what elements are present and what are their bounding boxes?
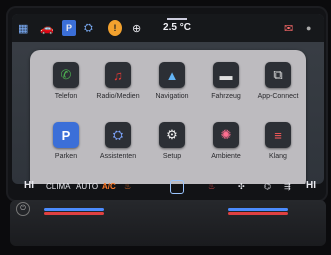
- app-tile-parken[interactable]: P Parken: [36, 122, 96, 160]
- app-connect-icon: ⧉: [265, 62, 291, 88]
- ambient-icon: ✺: [213, 122, 239, 148]
- app-label: App-Connect: [257, 93, 299, 100]
- temperature-readout: 2.5 °C: [162, 18, 192, 36]
- auto-button[interactable]: AUTO: [76, 182, 98, 191]
- app-tile-app-connect[interactable]: ⧉ App-Connect: [248, 62, 308, 100]
- seat-heat-right-icon[interactable]: ♨: [208, 182, 215, 191]
- app-tile-navigation[interactable]: ▲ Navigation: [142, 62, 202, 100]
- warning-icon[interactable]: !: [108, 20, 122, 36]
- temperature-bar: [167, 18, 187, 20]
- power-button[interactable]: ⏻: [16, 202, 30, 216]
- app-tile-ambiente[interactable]: ✺ Ambiente: [196, 122, 256, 160]
- status-bar: ▦ 🚗 P ⛭ ! ⊕ 2.5 °C ✉ ●: [12, 14, 324, 42]
- temperature-value: 2.5 °C: [163, 22, 191, 33]
- plus-circle-icon[interactable]: ⊕: [132, 20, 141, 36]
- menu-grid-icon[interactable]: ▦: [18, 20, 28, 36]
- app-label: Radio/Medien: [96, 93, 140, 100]
- infotainment-screen: ▦ 🚗 P ⛭ ! ⊕ 2.5 °C ✉ ● ✆ Telefon ♫ Radio…: [12, 14, 324, 184]
- clima-button[interactable]: CLIMA: [46, 182, 70, 191]
- parking-icon[interactable]: P: [62, 20, 76, 36]
- hi-right-button[interactable]: HI: [306, 180, 316, 191]
- car-icon: ▬: [213, 62, 239, 88]
- parking-icon: P: [53, 122, 79, 148]
- phone-icon: ✆: [53, 62, 79, 88]
- home-button[interactable]: [170, 180, 184, 194]
- app-tile-setup[interactable]: ⚙ Setup: [142, 122, 202, 160]
- app-label: Navigation: [155, 93, 189, 100]
- app-label: Parken: [54, 153, 78, 160]
- temp-slider-right-cold[interactable]: [228, 208, 288, 211]
- app-launcher-panel: ✆ Telefon ♫ Radio/Medien ▲ Navigation ▬ …: [30, 50, 306, 184]
- climate-bar: HI CLIMA AUTO A/C ♨ ♨ ✣ ⌬ ⇶ HI: [20, 178, 320, 198]
- app-label: Setup: [162, 153, 182, 160]
- temp-slider-right-warm[interactable]: [228, 212, 288, 215]
- car-icon[interactable]: 🚗: [40, 20, 54, 36]
- lower-console: [10, 200, 326, 246]
- app-label: Assistenten: [99, 153, 137, 160]
- music-icon: ♫: [105, 62, 131, 88]
- app-label: Klang: [269, 153, 287, 160]
- defrost-front-icon[interactable]: ⌬: [264, 182, 271, 191]
- navigation-arrow-icon: ▲: [159, 62, 185, 88]
- app-tile-radio-medien[interactable]: ♫ Radio/Medien: [88, 62, 148, 100]
- app-label: Telefon: [54, 93, 78, 100]
- gear-icon: ⚙: [159, 122, 185, 148]
- temp-slider-left-cold[interactable]: [44, 208, 104, 211]
- app-label: Ambiente: [211, 153, 241, 160]
- fan-icon[interactable]: ✣: [238, 182, 245, 191]
- settings-dot-icon[interactable]: ●: [306, 20, 311, 36]
- ac-button[interactable]: A/C: [102, 182, 116, 191]
- app-tile-assistenten[interactable]: ⛭ Assistenten: [88, 122, 148, 160]
- app-label: Fahrzeug: [211, 93, 241, 100]
- assistant-icon[interactable]: ⛭: [84, 20, 93, 36]
- assistant-icon: ⛭: [105, 122, 131, 148]
- app-tile-klang[interactable]: ≡ Klang: [248, 122, 308, 160]
- app-tile-telefon[interactable]: ✆ Telefon: [36, 62, 96, 100]
- seat-heat-left-icon[interactable]: ♨: [124, 182, 131, 191]
- defrost-rear-icon[interactable]: ⇶: [284, 182, 291, 191]
- equalizer-icon: ≡: [265, 122, 291, 148]
- temp-slider-left-warm[interactable]: [44, 212, 104, 215]
- app-tile-fahrzeug[interactable]: ▬ Fahrzeug: [196, 62, 256, 100]
- message-icon[interactable]: ✉: [284, 20, 293, 36]
- hi-left-button[interactable]: HI: [24, 180, 34, 191]
